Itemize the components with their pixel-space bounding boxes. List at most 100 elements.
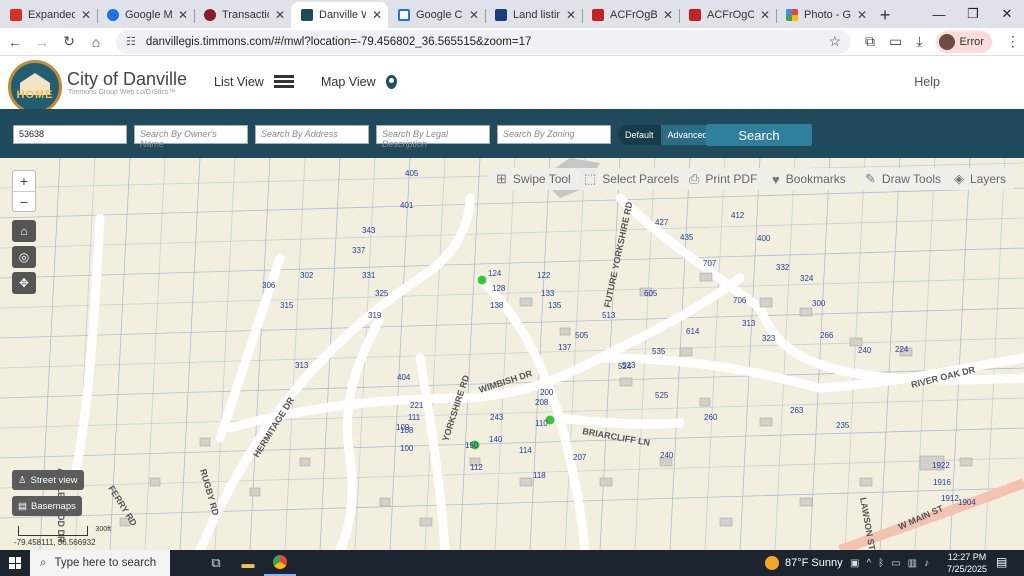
chevron-up-icon[interactable]: ^ [866,558,871,569]
mode-default-button[interactable]: Default [618,125,661,145]
page-title: City of Danville [67,69,188,89]
close-window-icon[interactable]: ✕ [990,0,1024,28]
profile-button[interactable]: Error [936,30,992,53]
site-info-icon[interactable]: ☷ [126,35,136,48]
tab-favicon [10,9,22,21]
street-label: FUTURE YORKSHIRE RD [602,200,634,308]
notification-icon[interactable]: ▤ [996,555,1007,569]
extensions-icon[interactable]: ⧉ [865,33,875,50]
list-view-button[interactable]: List View [214,75,294,89]
bookmarks-button[interactable]: ♥ Bookmarks [764,168,854,190]
close-icon[interactable]: ✕ [469,8,479,22]
lot-number-label: 706 [733,296,747,305]
minimize-icon[interactable]: — [922,0,956,28]
address-search-input[interactable]: Search By Address [255,125,369,144]
tab-favicon [495,9,507,21]
lot-number-label: 405 [405,169,419,178]
zoom-in-button[interactable]: + [13,171,35,191]
search-button[interactable]: Search [706,124,812,146]
battery-icon[interactable]: ▭ [891,558,900,569]
danville-logo[interactable]: HOME [8,60,62,114]
help-link[interactable]: Help [914,75,940,89]
tab-danville-web[interactable]: Danville Web ✕ [291,2,388,28]
lot-number-label: 243 [490,413,504,422]
download-icon[interactable]: ⤓ [916,33,922,50]
lot-number-label: 122 [537,271,551,280]
street-label: BRIARCLIFF LN [582,426,651,448]
close-icon[interactable]: ✕ [178,8,188,22]
close-icon[interactable]: ✕ [760,8,770,22]
tab-google-calendar[interactable]: Google Calen ✕ [388,2,485,28]
parcel-search-input[interactable]: 53638 [13,125,127,144]
print-pdf-button[interactable]: ⎙ Print PDF [681,168,766,190]
home-extent-icon[interactable]: ⌂ [12,220,36,242]
start-button[interactable] [0,550,30,576]
file-explorer-icon[interactable]: ▬ [232,550,264,576]
close-icon[interactable]: ✕ [372,8,382,22]
select-parcels-button[interactable]: ⬚ Select Parcels [576,168,687,190]
network-icon[interactable]: ▥ [908,558,917,569]
map-view-button[interactable]: Map View [321,75,397,89]
close-icon[interactable]: ✕ [81,8,91,22]
owner-search-input[interactable]: Search By Owner's Name [134,125,248,149]
zoning-search-input[interactable]: Search By Zoning [497,125,611,144]
close-icon[interactable]: ✕ [566,8,576,22]
lot-number-label: 401 [400,201,414,210]
home-icon[interactable]: ⌂ [84,30,108,54]
taskbar-search[interactable]: ⌕ Type here to search [30,550,170,576]
tab-transactions[interactable]: Transactions ✕ [194,2,291,28]
lot-number-label: 300 [812,299,826,308]
maximize-icon[interactable]: ❐ [956,0,990,28]
layers-button[interactable]: ◈ Layers [946,168,1015,190]
new-tab-button[interactable]: + [873,2,897,28]
bookmark-star-icon[interactable]: ☆ [828,33,841,50]
forward-icon[interactable]: → [30,30,54,54]
street-view-button[interactable]: ♙ Street view [12,470,84,490]
draw-tools-button[interactable]: ✎ Draw Tools [857,168,950,190]
tab-pdf-1[interactable]: ACFrOgBKoul ✕ [582,2,679,28]
tab-favicon [398,9,410,21]
chrome-icon[interactable] [264,550,296,576]
compass-icon[interactable]: ✥ [12,272,36,294]
browser-toolbar: ← → ↻ ⌂ ☷ danvillegis.timmons.com/#/mwl?… [0,28,1024,56]
close-icon[interactable]: ✕ [857,8,867,22]
lot-number-label: 263 [790,406,804,415]
list-icon [273,75,294,89]
lot-number-label: 524 [618,362,632,371]
lot-number-label: 221 [410,401,424,410]
tray-app-icon[interactable]: ▣ [850,558,859,569]
tab-google-photos[interactable]: Photo - Goog ✕ [776,2,873,28]
lot-number-label: 137 [558,343,572,352]
back-icon[interactable]: ← [3,30,27,54]
close-icon[interactable]: ✕ [275,8,285,22]
taskbar-clock[interactable]: 12:27 PM 7/25/2025 [944,551,990,575]
lot-number-label: 306 [262,281,276,290]
basemaps-button[interactable]: ▤ Basemaps [12,496,82,516]
tab-expanded-view[interactable]: Expanded Vie ✕ [0,2,97,28]
tool-label: Print PDF [705,172,758,186]
bluetooth-icon[interactable]: ᛒ [878,558,884,569]
tab-google-messages[interactable]: Google Messa ✕ [97,2,194,28]
lot-number-label: 128 [492,284,506,293]
lot-number-label: 412 [731,211,745,220]
close-icon[interactable]: ✕ [663,8,673,22]
map-canvas[interactable]: WIMBISH DR BRIARCLIFF LN RIVER OAK DR HE… [0,158,1024,550]
cast-icon[interactable]: ▭ [889,33,902,50]
zoom-out-button[interactable]: − [13,191,35,211]
menu-kebab-icon[interactable]: ⋮ [1006,33,1020,50]
locate-icon[interactable]: ◎ [12,246,36,268]
map-pin-icon [385,75,397,89]
address-bar[interactable]: ☷ danvillegis.timmons.com/#/mwl?location… [116,29,851,54]
selected-parcel-marker[interactable] [477,275,487,285]
tab-pdf-2[interactable]: ACFrOgCfyQt ✕ [679,2,776,28]
app-header: HOME City of Danville Timmons Group Web … [0,57,1024,114]
tool-label: Swipe Tool [512,172,571,186]
legal-search-input[interactable]: Search By Legal Description [376,125,490,149]
volume-icon[interactable]: ♪ [924,558,929,569]
lot-number-label: 260 [704,413,718,422]
weather-widget[interactable]: 87°F Sunny [765,550,843,576]
task-view-icon[interactable]: ⧉ [200,550,232,576]
swipe-tool-button[interactable]: ⊞ Swipe Tool [488,168,579,190]
reload-icon[interactable]: ↻ [57,30,81,54]
tab-land-listing[interactable]: Land listing - ✕ [485,2,582,28]
